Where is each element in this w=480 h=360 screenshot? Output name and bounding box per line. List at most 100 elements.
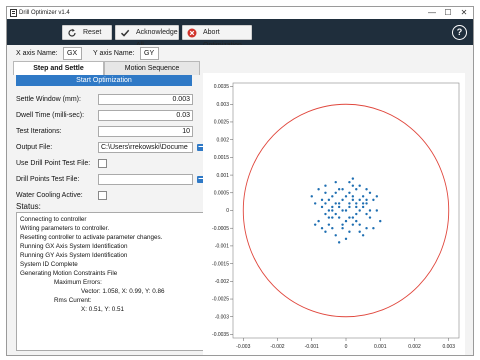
dwell-time-label: Dwell Time (milli-sec): xyxy=(16,112,85,119)
scatter-plot: -0.003 -0.002 -0.001 0 0.001 0.002 0.003 0.0035… xyxy=(212,82,460,350)
tab-step-and-settle[interactable]: Step and Settle Optimization xyxy=(13,61,104,85)
scatter-point xyxy=(331,227,334,230)
scatter-point xyxy=(358,223,361,226)
status-line: Generating Motion Constraints File xyxy=(20,270,118,277)
scatter-point xyxy=(368,191,372,194)
scatter-point xyxy=(348,202,351,205)
scatter-point xyxy=(337,202,341,205)
test-iterations-input[interactable]: 10 xyxy=(98,126,193,137)
abort-optimization-button[interactable]: Abort Optimization xyxy=(182,25,252,49)
scatter-point xyxy=(324,230,327,233)
settle-window-input[interactable]: 0.003 xyxy=(98,94,193,105)
x-tick-label: -0.003 xyxy=(236,344,250,350)
app-window: Drill Optimizer v1.4 — ☐ ✕ Reset Acknowl… xyxy=(6,6,474,356)
minimize-button[interactable]: — xyxy=(425,7,439,19)
scatter-point xyxy=(355,212,358,216)
x-tick-label: 0.003 xyxy=(442,344,455,350)
scatter-point xyxy=(351,216,355,219)
y-tick-label: -0.0015 xyxy=(212,261,229,267)
x-tick-label: -0.002 xyxy=(270,344,284,350)
scatter-point xyxy=(331,195,334,198)
scatter-point xyxy=(331,209,334,212)
scatter-point xyxy=(372,198,375,202)
scatter-point xyxy=(334,234,337,237)
scatter-point xyxy=(313,202,317,205)
y-tick-label: -0.002 xyxy=(215,279,229,285)
use-drill-point-checkbox[interactable] xyxy=(98,159,107,168)
scatter-point xyxy=(327,223,331,226)
stop-icon xyxy=(187,28,197,38)
scatter-point xyxy=(365,227,368,230)
scatter-point xyxy=(327,209,331,212)
scatter-point xyxy=(348,191,351,194)
output-file-input[interactable]: C:\Users\rrekowski\Docume xyxy=(98,142,193,153)
maximize-button[interactable]: ☐ xyxy=(441,7,455,19)
scatter-point xyxy=(351,223,355,226)
status-line: Vector: 1.058, X: 0.99, Y: 0.86 xyxy=(81,288,165,295)
y-tick-label: 0.0035 xyxy=(214,84,230,90)
status-line: X: 0.51, Y: 0.51 xyxy=(81,306,124,313)
acknowledge-all-button[interactable]: Acknowledge All xyxy=(115,25,179,49)
x-axis-name-input[interactable]: GX xyxy=(63,47,82,60)
scatter-point xyxy=(365,212,368,216)
drill-points-label: Drill Points Test File: xyxy=(16,176,80,183)
app-icon xyxy=(10,9,17,17)
scatter-point xyxy=(348,205,351,209)
drill-points-input[interactable] xyxy=(98,174,193,185)
scatter-point xyxy=(348,216,351,219)
settings-panel: Start Optimization Settle Window (mm): 0… xyxy=(16,75,206,205)
tab-motion-sequence[interactable]: Motion Sequence Optimization xyxy=(104,61,200,85)
y-axis-name-input[interactable]: GY xyxy=(140,47,159,60)
scatter-point xyxy=(361,202,365,205)
y-tick-label: 0.0025 xyxy=(214,120,230,126)
scatter-point xyxy=(351,195,355,198)
scatter-point xyxy=(313,223,317,226)
scatter-point xyxy=(358,209,361,212)
scatter-point xyxy=(327,198,331,202)
reset-button[interactable]: Reset xyxy=(62,25,112,40)
scatter-point xyxy=(355,188,358,191)
window-title: Drill Optimizer v1.4 xyxy=(19,10,70,16)
scatter-point xyxy=(337,205,341,209)
tab-bar: Step and Settle Optimization Motion Sequ… xyxy=(13,61,200,85)
scatter-point xyxy=(341,223,344,226)
y-tick-label: 0.001 xyxy=(216,173,229,179)
x-tick-label: -0.001 xyxy=(305,344,319,350)
y-tick-label: -0.0025 xyxy=(212,297,229,303)
y-tick-label: 0.0015 xyxy=(214,155,230,161)
scatter-point xyxy=(320,198,324,202)
help-button[interactable]: ? xyxy=(452,25,467,40)
status-log: Connecting to controller Writing paramet… xyxy=(16,212,204,351)
scatter-point xyxy=(317,188,320,191)
scatter-point xyxy=(327,216,331,219)
scatter-point xyxy=(375,195,379,198)
status-title: Status: xyxy=(16,202,41,211)
scatter-point xyxy=(368,209,372,212)
scatter-point xyxy=(331,205,334,209)
scatter-point xyxy=(375,209,379,212)
water-cooling-label: Water Cooling Active: xyxy=(16,192,83,199)
title-bar: Drill Optimizer v1.4 — ☐ ✕ xyxy=(7,7,473,19)
scatter-point xyxy=(344,195,348,198)
status-line: Connecting to controller xyxy=(20,216,87,223)
scatter-point xyxy=(351,198,355,202)
scatter-point xyxy=(334,180,337,184)
scatter-point xyxy=(358,230,361,233)
scatter-point xyxy=(334,202,337,205)
close-button[interactable]: ✕ xyxy=(457,7,471,19)
water-cooling-checkbox[interactable] xyxy=(98,191,107,200)
start-optimization-button[interactable]: Start Optimization xyxy=(16,75,192,86)
status-line: Running GY Axis System Identification xyxy=(20,252,128,259)
dwell-time-input[interactable]: 0.03 xyxy=(98,110,193,121)
scatter-point xyxy=(372,227,375,230)
scatter-point xyxy=(365,198,368,202)
reset-label: Reset xyxy=(83,29,102,36)
scatter-point xyxy=(337,216,341,219)
scatter-point xyxy=(324,184,327,187)
settle-window-label: Settle Window (mm): xyxy=(16,96,81,103)
scatter-point xyxy=(320,227,324,230)
scatter-point xyxy=(341,188,344,191)
reset-icon xyxy=(68,28,76,37)
y-tick-label: -0.0005 xyxy=(212,226,229,232)
scatter-point xyxy=(317,219,320,223)
